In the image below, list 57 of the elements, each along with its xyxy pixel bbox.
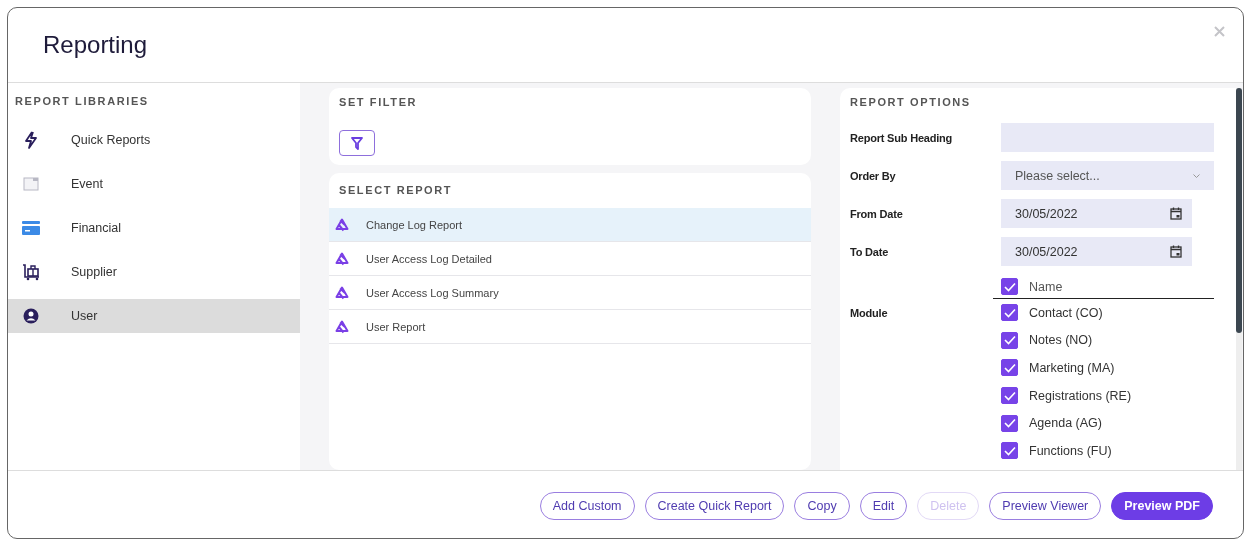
checkbox-label: Marketing (MA) — [1029, 361, 1115, 375]
lightning-icon — [23, 131, 39, 149]
checkbox-label: Name — [1029, 279, 1063, 294]
report-icon — [335, 319, 349, 334]
report-item[interactable]: User Report — [329, 310, 811, 344]
window-icon — [23, 177, 39, 191]
dropdown[interactable]: Please select... — [1001, 161, 1214, 190]
library-item[interactable]: User — [8, 299, 300, 333]
checkbox[interactable] — [1001, 278, 1018, 295]
action-button[interactable]: Preview Viewer — [989, 491, 1102, 520]
scrollbar[interactable] — [1236, 88, 1242, 470]
field-label: From Date — [849, 207, 904, 220]
checkbox-label: Contact (CO) — [1029, 305, 1103, 320]
report-item[interactable]: User Access Log Summary — [329, 276, 811, 310]
report-icon — [335, 251, 349, 266]
user-icon — [23, 308, 39, 324]
checkbox[interactable] — [1001, 442, 1018, 460]
calendar-icon — [1170, 245, 1182, 258]
checkbox-label: Registrations (RE) — [1029, 388, 1132, 403]
report-item[interactable]: Change Log Report — [329, 208, 811, 242]
section-heading: SET FILTER — [338, 95, 419, 110]
filter-button[interactable] — [339, 130, 375, 156]
library-item[interactable]: Quick Reports — [8, 123, 300, 157]
date-field[interactable]: 30/05/2022 — [1001, 237, 1192, 266]
report-icon — [335, 285, 349, 300]
action-button[interactable]: Edit — [859, 491, 908, 520]
action-button[interactable]: Add Custom — [539, 491, 635, 520]
field-label: To Date — [849, 245, 890, 258]
library-item[interactable]: Financial — [8, 211, 300, 245]
chevron-icon — [1193, 173, 1200, 178]
library-item[interactable]: Supplier — [8, 255, 300, 289]
section-heading: SELECT REPORT — [338, 183, 454, 198]
checkbox[interactable] — [1001, 359, 1018, 377]
date-field[interactable]: 30/05/2022 — [1001, 199, 1192, 228]
calendar-icon — [1170, 207, 1182, 220]
checkbox[interactable] — [1001, 414, 1018, 432]
checkbox[interactable] — [1001, 387, 1018, 405]
checkbox-label: Agenda (AG) — [1029, 416, 1102, 431]
field-label: Report Sub Heading — [849, 131, 954, 144]
window-title: Reporting — [43, 31, 148, 59]
checkbox-label: Notes (NO) — [1029, 333, 1093, 348]
library-item[interactable]: Event — [8, 167, 300, 201]
report-item[interactable]: User Access Log Detailed — [329, 242, 811, 276]
action-button[interactable]: Copy — [794, 491, 850, 520]
section-heading: REPORT OPTIONS — [849, 95, 972, 110]
field-label: Order By — [849, 169, 897, 182]
filter-icon — [351, 136, 363, 150]
cart-icon — [22, 263, 40, 281]
report-icon — [335, 217, 349, 232]
checkbox-label: Functions (FU) — [1029, 443, 1112, 458]
section-heading: REPORT LIBRARIES — [14, 94, 150, 109]
card-icon — [22, 221, 40, 235]
field-label: Module — [849, 307, 889, 319]
checkbox[interactable] — [1001, 331, 1018, 349]
action-button[interactable]: Preview PDF — [1111, 491, 1213, 520]
action-button[interactable]: Create Quick Report — [644, 491, 785, 520]
checkbox[interactable] — [1001, 304, 1018, 322]
